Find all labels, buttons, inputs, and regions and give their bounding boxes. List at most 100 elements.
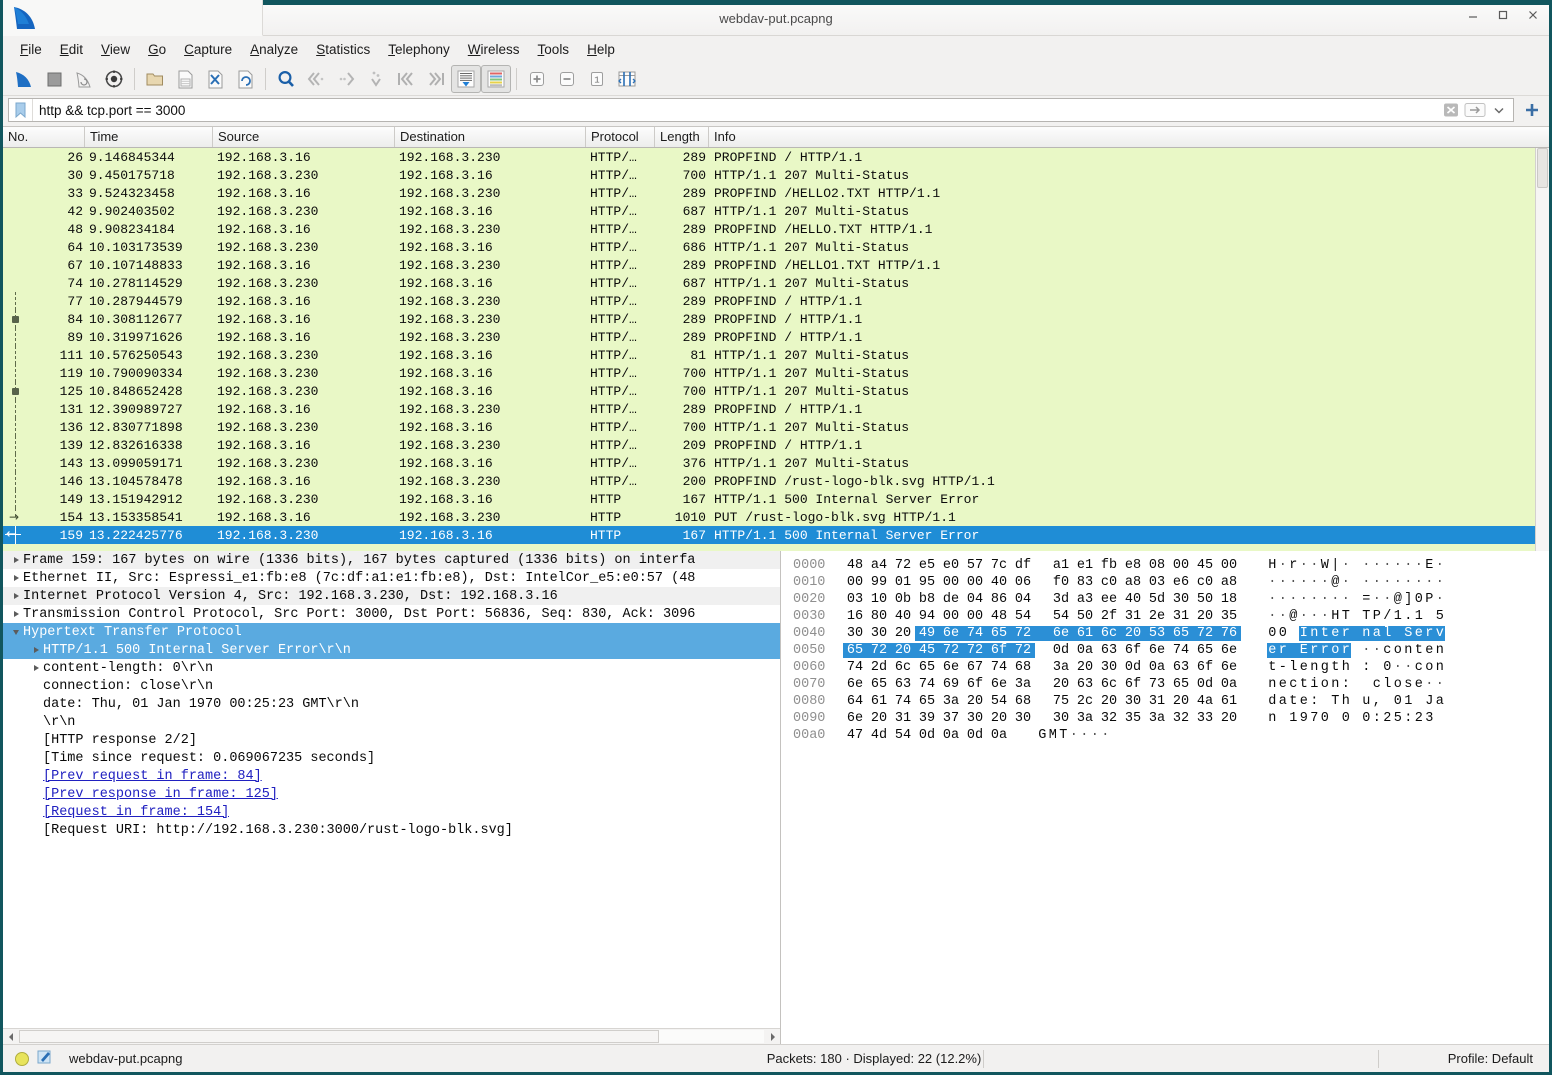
menu-telephony[interactable]: Telephony [379, 39, 459, 60]
display-filter-container[interactable] [8, 98, 1514, 122]
expand-triangle-icon[interactable] [9, 611, 23, 617]
packet-row[interactable]: 77 10.287944579 192.168.3.16 192.168.3.230 H… [3, 292, 1549, 310]
hex-dump-row[interactable]: 0070 6e 65 63 74 69 6f 6e 3a 20 63 6c 6f 73 65 0d 0a n e c t… [787, 676, 1549, 693]
column-header-length[interactable]: Length [655, 127, 709, 147]
packet-row[interactable]: 111 10.576250543 192.168.3.230 192.168.3.16… [3, 346, 1549, 364]
detail-tree-row[interactable]: Hypertext Transfer Protocol [3, 623, 780, 641]
detail-scroll-track[interactable] [19, 1030, 764, 1043]
detail-tree-row[interactable]: [Request in frame: 154] [3, 803, 780, 821]
packet-row[interactable]: 64 10.103173539 192.168.3.230 192.168.3.16 H… [3, 238, 1549, 256]
hex-dump-row[interactable]: 0080 64 61 74 65 3a 20 54 68 75 2c 20 30 31 20 4a 61 d a t e… [787, 693, 1549, 710]
detail-tree-row[interactable]: Ethernet II, Src: Espressi_e1:fb:e8 (7c:… [3, 569, 780, 587]
detail-tree-row[interactable]: content-length: 0\r\n [3, 659, 780, 677]
stop-capture-icon[interactable] [39, 65, 69, 93]
detail-tree-row[interactable]: Transmission Control Protocol, Src Port:… [3, 605, 780, 623]
packet-row[interactable]: 30 9.450175718 192.168.3.230 192.168.3.16 HT… [3, 166, 1549, 184]
menu-analyze[interactable]: Analyze [241, 39, 307, 60]
packet-row[interactable]: 48 9.908234184 192.168.3.16 192.168.3.230 HT… [3, 220, 1549, 238]
menu-file[interactable]: File [11, 39, 51, 60]
detail-tree-row[interactable]: [Prev response in frame: 125] [3, 785, 780, 803]
clear-filter-icon[interactable] [1440, 101, 1462, 119]
packet-row[interactable]: 131 12.390989727 192.168.3.16 192.168.3.230… [3, 400, 1549, 418]
scroll-right-icon[interactable] [765, 1030, 780, 1044]
packet-row[interactable]: → 154 13.153358541 192.168.3.16 192.168.3.23… [3, 508, 1549, 526]
packet-row[interactable]: 143 13.099059171 192.168.3.230 192.168.3.16… [3, 454, 1549, 472]
detail-tree-row[interactable]: date: Thu, 01 Jan 1970 00:25:23 GMT\r\n [3, 695, 780, 713]
save-file-icon[interactable] [170, 65, 200, 93]
expand-triangle-icon[interactable] [9, 593, 23, 599]
hex-dump-row[interactable]: 0000 48 a4 72 e5 e0 57 7c df a1 e1 fb e8 08 00 45 00 H · r ·… [787, 557, 1549, 574]
menu-statistics[interactable]: Statistics [307, 39, 379, 60]
expand-triangle-icon[interactable] [9, 557, 23, 563]
packet-list-scroll-thumb[interactable] [1537, 148, 1548, 188]
detail-tree-row[interactable]: [Time since request: 0.069067235 seconds… [3, 749, 780, 767]
colorize-icon[interactable] [481, 64, 511, 93]
hex-dump-row[interactable]: 0060 74 2d 6c 65 6e 67 74 68 3a 20 30 0d 0a 63 6f 6e t - l e… [787, 659, 1549, 676]
go-last-icon[interactable] [421, 65, 451, 93]
packet-list-rows[interactable]: 26 9.146845344 192.168.3.16 192.168.3.230 HT… [3, 148, 1549, 551]
hex-dump-row[interactable]: 0020 03 10 0b b8 de 04 86 04 3d a3 ee 40 5d 30 50 18 · · · ·… [787, 591, 1549, 608]
column-header-no[interactable]: No. [3, 127, 85, 147]
packet-row[interactable]: 26 9.146845344 192.168.3.16 192.168.3.230 HT… [3, 148, 1549, 166]
apply-filter-icon[interactable] [1464, 101, 1486, 119]
detail-frame-link[interactable]: [Prev response in frame: 125] [43, 787, 278, 802]
detail-tree-row[interactable]: connection: close\r\n [3, 677, 780, 695]
menu-go[interactable]: Go [139, 39, 175, 60]
open-file-icon[interactable] [140, 65, 170, 93]
detail-tree-row[interactable]: \r\n [3, 713, 780, 731]
start-capture-icon[interactable] [9, 65, 39, 93]
detail-frame-link[interactable]: [Prev request in frame: 84] [43, 769, 262, 784]
detail-tree-row[interactable]: [Prev request in frame: 84] [3, 767, 780, 785]
detail-frame-link[interactable]: [Request in frame: 154] [43, 805, 229, 820]
detail-scroll-thumb[interactable] [19, 1030, 659, 1043]
display-filter-input[interactable] [33, 99, 1440, 121]
packet-row[interactable]: 84 10.308112677 192.168.3.16 192.168.3.230 H… [3, 310, 1549, 328]
packet-bytes-pane[interactable]: 0000 48 a4 72 e5 e0 57 7c df a1 e1 fb e8 08 00 45 00 H · r ·… [781, 551, 1549, 1044]
bookmark-icon[interactable] [9, 99, 33, 121]
detail-tree-row[interactable]: [Request URI: http://192.168.3.230:3000/… [3, 821, 780, 839]
go-forward-icon[interactable] [331, 65, 361, 93]
resize-columns-icon[interactable] [612, 65, 642, 93]
close-file-icon[interactable] [200, 65, 230, 93]
capture-options-icon[interactable] [99, 65, 129, 93]
expand-triangle-icon[interactable] [29, 647, 43, 653]
reload-file-icon[interactable] [230, 65, 260, 93]
go-first-icon[interactable] [391, 65, 421, 93]
packet-row[interactable]: 67 10.107148833 192.168.3.16 192.168.3.230 H… [3, 256, 1549, 274]
hex-dump-row[interactable]: 00a0 47 4d 54 0d 0a 0d 0a G M T · · · · [787, 727, 1549, 744]
menu-help[interactable]: Help [578, 39, 624, 60]
packet-row[interactable]: 42 9.902403502 192.168.3.230 192.168.3.16 HT… [3, 202, 1549, 220]
detail-tree-row[interactable]: Internet Protocol Version 4, Src: 192.16… [3, 587, 780, 605]
hex-dump-row[interactable]: 0010 00 99 01 95 00 00 40 06 f0 83 c0 a8 03 e6 c0 a8 · · · ·… [787, 574, 1549, 591]
go-to-packet-icon[interactable] [361, 65, 391, 93]
column-header-source[interactable]: Source [213, 127, 395, 147]
packet-row[interactable]: 125 10.848652428 192.168.3.230 192.168.3.16… [3, 382, 1549, 400]
packet-row[interactable]: 89 10.319971626 192.168.3.16 192.168.3.230 H… [3, 328, 1549, 346]
collapse-triangle-icon[interactable] [9, 629, 23, 635]
zoom-out-icon[interactable] [552, 65, 582, 93]
packet-row[interactable]: 119 10.790090334 192.168.3.230 192.168.3.16… [3, 364, 1549, 382]
hex-dump-row[interactable]: 0050 65 72 20 45 72 72 6f 72 0d 0a 63 6f 6e 74 65 6e e r E… [787, 642, 1549, 659]
maximize-button[interactable] [1495, 8, 1511, 24]
auto-scroll-icon[interactable] [451, 64, 481, 93]
hex-dump-row[interactable]: 0030 16 80 40 94 00 00 48 54 54 50 2f 31 2e 31 20 35 · · @ ·… [787, 608, 1549, 625]
packet-row[interactable]: 146 13.104578478 192.168.3.16 192.168.3.230… [3, 472, 1549, 490]
menu-tools[interactable]: Tools [529, 39, 579, 60]
add-filter-button-icon[interactable] [1520, 98, 1544, 122]
menu-wireless[interactable]: Wireless [459, 39, 529, 60]
detail-horizontal-scrollbar[interactable] [3, 1028, 780, 1044]
packet-row[interactable]: 74 10.278114529 192.168.3.230 192.168.3.16 H… [3, 274, 1549, 292]
column-header-time[interactable]: Time [85, 127, 213, 147]
filter-history-chevron-icon[interactable] [1488, 101, 1510, 119]
packet-list-scrollbar[interactable] [1535, 148, 1549, 551]
menu-capture[interactable]: Capture [175, 39, 241, 60]
hex-dump-row[interactable]: 0040 30 30 20 49 6e 74 65 72 6e 61 6c 20 53 65 72 76 0 0 I… [787, 625, 1549, 642]
menu-edit[interactable]: Edit [51, 39, 92, 60]
packet-row[interactable]: 136 12.830771898 192.168.3.230 192.168.3.16… [3, 418, 1549, 436]
packet-row[interactable]: ← 159 13.222425776 192.168.3.230 192.168.3.1… [3, 526, 1549, 544]
detail-tree-row[interactable]: [HTTP response 2/2] [3, 731, 780, 749]
packet-row[interactable]: 149 13.151942912 192.168.3.230 192.168.3.16… [3, 490, 1549, 508]
menu-view[interactable]: View [92, 39, 139, 60]
expand-triangle-icon[interactable] [29, 665, 43, 671]
close-button[interactable] [1525, 8, 1541, 24]
